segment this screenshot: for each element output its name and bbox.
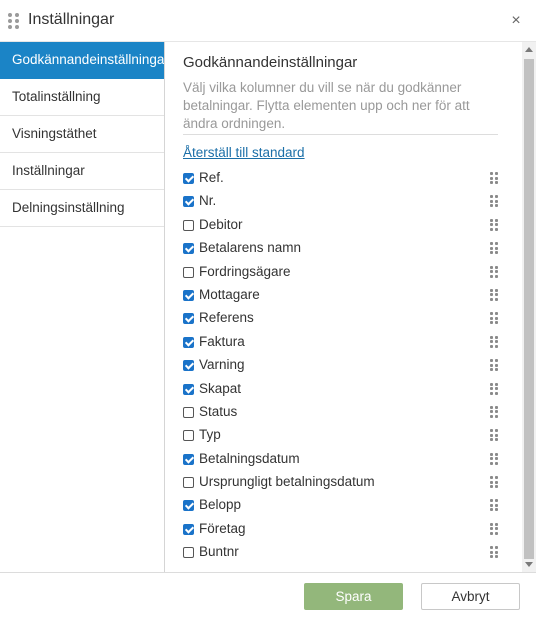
checkbox-checked[interactable] [183, 453, 194, 465]
reset-to-default-link[interactable]: Återställ till standard [183, 145, 305, 160]
dialog-titlebar: Inställningar × [0, 0, 536, 42]
dialog-footer: Spara Avbryt [0, 572, 536, 621]
sidebar-item-sharing-settings[interactable]: Delningsinställning [0, 190, 164, 227]
column-row: Betalningsdatum [183, 449, 503, 472]
column-label[interactable]: Skapat [199, 381, 241, 396]
save-button[interactable]: Spara [304, 583, 403, 610]
checkbox-checked[interactable] [183, 336, 194, 348]
column-label[interactable]: Ursprungligt betalningsdatum [199, 474, 375, 489]
column-label[interactable]: Varning [199, 357, 245, 372]
column-row: Buntnr [183, 542, 503, 565]
drag-grip-icon[interactable] [490, 288, 498, 301]
drag-grip-icon[interactable] [490, 195, 498, 208]
sidebar-item-settings[interactable]: Inställningar [0, 153, 164, 190]
checkbox-checked[interactable] [183, 196, 194, 208]
checkbox-unchecked[interactable] [183, 406, 194, 418]
sidebar-item-total-settings[interactable]: Totalinställning [0, 79, 164, 116]
checkbox-checked[interactable] [183, 173, 194, 184]
close-button[interactable]: × [506, 10, 526, 32]
column-label[interactable]: Debitor [199, 217, 243, 232]
column-label[interactable]: Betalningsdatum [199, 451, 300, 466]
column-label[interactable]: Mottagare [199, 287, 260, 302]
column-row: Ursprungligt betalningsdatum [183, 472, 503, 495]
column-list: Ref. Nr. Debitor Betalarens namn Fordringsäg… [183, 168, 503, 566]
column-row: Betalarens namn [183, 238, 503, 261]
column-label[interactable]: Typ [199, 427, 221, 442]
checkbox-unchecked[interactable] [183, 430, 194, 442]
column-label[interactable]: Referens [199, 310, 254, 325]
column-label[interactable]: Ref. [199, 170, 224, 185]
section-heading: Godkännandeinställningar [183, 54, 358, 71]
column-label[interactable]: Företag [199, 521, 246, 536]
column-row: Referens [183, 308, 503, 331]
column-row: Företag [183, 519, 503, 542]
checkbox-checked[interactable] [183, 360, 194, 372]
cancel-button[interactable]: Avbryt [421, 583, 520, 610]
scroll-up-arrow-icon[interactable] [525, 47, 533, 52]
drag-grip-icon[interactable] [490, 359, 498, 372]
checkbox-checked[interactable] [183, 313, 194, 325]
settings-sidebar: Godkännandeinställningar Totalinställnin… [0, 42, 165, 572]
scroll-down-arrow-icon[interactable] [525, 562, 533, 567]
checkbox-checked[interactable] [183, 500, 194, 512]
drag-handle-icon[interactable] [8, 13, 20, 29]
column-label[interactable]: Nr. [199, 193, 216, 208]
checkbox-unchecked[interactable] [183, 266, 194, 278]
drag-grip-icon[interactable] [490, 218, 498, 231]
column-row: Faktura [183, 332, 503, 355]
checkbox-unchecked[interactable] [183, 547, 194, 559]
checkbox-checked[interactable] [183, 243, 194, 255]
column-row: Debitor [183, 215, 503, 238]
drag-grip-icon[interactable] [490, 312, 498, 325]
column-label[interactable]: Fordringsägare [199, 264, 291, 279]
sidebar-item-approval-settings[interactable]: Godkännandeinställningar [0, 42, 164, 79]
column-row: Varning [183, 355, 503, 378]
checkbox-unchecked[interactable] [183, 219, 194, 231]
column-label[interactable]: Betalarens namn [199, 240, 301, 255]
drag-grip-icon[interactable] [490, 265, 498, 278]
column-label[interactable]: Status [199, 404, 237, 419]
dialog-title: Inställningar [28, 11, 115, 28]
drag-grip-icon[interactable] [490, 499, 498, 512]
checkbox-unchecked[interactable] [183, 477, 194, 489]
column-row: Mottagare [183, 285, 503, 308]
column-row: Status [183, 402, 503, 425]
section-description: Välj vilka kolumner du vill se när du go… [183, 80, 470, 131]
sidebar-item-display-density[interactable]: Visningstäthet [0, 116, 164, 153]
divider [183, 134, 498, 135]
scrollbar[interactable] [522, 42, 536, 572]
column-row: Skapat [183, 379, 503, 402]
column-row: Fordringsägare [183, 262, 503, 285]
column-row: Belopp [183, 495, 503, 518]
column-label[interactable]: Faktura [199, 334, 245, 349]
column-label[interactable]: Buntnr [199, 544, 239, 559]
settings-content: Godkännandeinställningar Välj vilka kolu… [166, 42, 522, 572]
drag-grip-icon[interactable] [490, 429, 498, 442]
drag-grip-icon[interactable] [490, 405, 498, 418]
drag-grip-icon[interactable] [490, 382, 498, 395]
column-row: Nr. [183, 191, 503, 214]
checkbox-checked[interactable] [183, 289, 194, 301]
checkbox-checked[interactable] [183, 523, 194, 535]
drag-grip-icon[interactable] [490, 335, 498, 348]
scrollbar-thumb[interactable] [524, 59, 534, 559]
drag-grip-icon[interactable] [490, 546, 498, 559]
column-label[interactable]: Belopp [199, 497, 241, 512]
column-row: Typ [183, 425, 503, 448]
drag-grip-icon[interactable] [490, 476, 498, 489]
drag-grip-icon[interactable] [490, 522, 498, 535]
drag-grip-icon[interactable] [490, 242, 498, 255]
drag-grip-icon[interactable] [490, 172, 498, 184]
checkbox-checked[interactable] [183, 383, 194, 395]
column-row: Ref. [183, 168, 503, 191]
drag-grip-icon[interactable] [490, 452, 498, 465]
